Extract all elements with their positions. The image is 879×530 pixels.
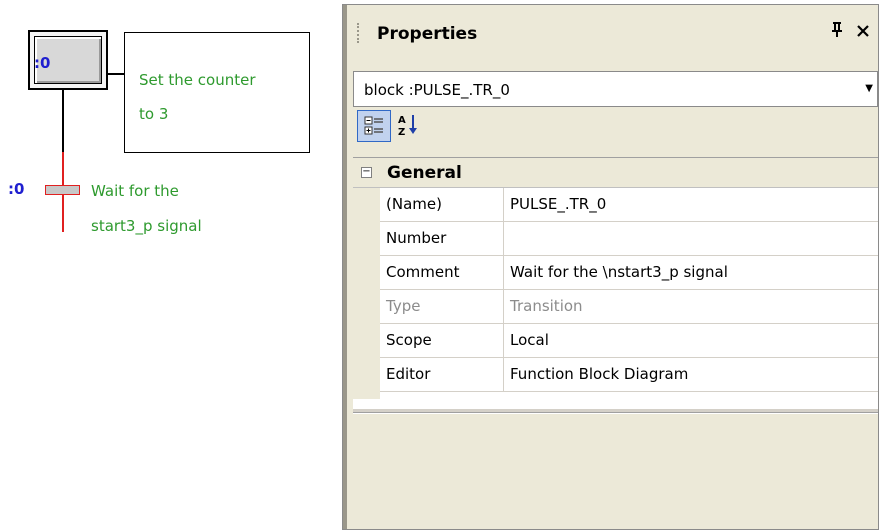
category-label: General [387,163,462,183]
transition-number: :0 [8,180,25,198]
action-comment-box[interactable]: Set the counter to 3 [124,32,310,153]
pin-icon[interactable] [830,21,844,42]
categorized-button[interactable] [357,110,391,142]
property-row-comment[interactable]: Comment Wait for the \nstart3_p signal [380,256,878,290]
property-value[interactable]: PULSE_.TR_0 [504,188,878,221]
action-comment-text: Set the counter to 3 [139,71,256,123]
action-connector [108,73,124,75]
alphabetical-button[interactable]: A Z [393,110,427,142]
transition-comment-text: Wait for the start3_p signal [91,182,202,235]
property-row-name[interactable]: (Name) PULSE_.TR_0 [380,188,878,222]
property-value: Transition [510,297,583,315]
property-row-type[interactable]: Type Transition [380,290,878,324]
property-name: (Name) [380,188,504,221]
pin-icon-graphic [832,22,842,37]
sfc-diagram: :0 Set the counter to 3 :0 Wait for the … [0,0,340,530]
chevron-down-icon[interactable]: ▼ [865,83,873,94]
transition-block[interactable] [45,185,80,195]
property-grid: − General (Name) PULSE_.TR_0 Number Comm… [353,157,878,410]
panel-border [343,5,347,529]
panel-title-bar[interactable]: Properties [347,5,878,59]
close-icon[interactable] [856,19,870,43]
property-row-editor[interactable]: Editor Function Block Diagram [380,358,878,392]
object-selector-dropdown[interactable]: block :PULSE_.TR_0 ▼ [353,71,878,107]
step-number: :0 [34,54,51,72]
property-name: Scope [380,324,504,357]
properties-panel: Properties block :PULSE_.TR_0 ▼ A Z − Ge… [342,4,879,530]
svg-text:Z: Z [398,127,405,138]
grip-icon[interactable] [357,23,361,43]
object-selector-value: block :PULSE_.TR_0 [364,81,510,99]
properties-toolbar: A Z [353,107,878,157]
collapse-icon[interactable]: − [361,167,372,178]
property-name: Number [380,222,504,255]
property-value[interactable]: Wait for the \nstart3_p signal [504,256,878,289]
property-row-scope[interactable]: Scope Local [380,324,878,358]
property-row-number[interactable]: Number [380,222,878,256]
alphabetical-icon: A Z [398,115,417,138]
description-area [353,413,878,526]
initial-step-block[interactable]: :0 [28,30,108,90]
property-value[interactable] [504,222,878,255]
property-value[interactable]: Function Block Diagram [504,358,878,391]
step-link-line [62,90,64,152]
property-name: Comment [380,256,504,289]
panel-title: Properties [377,24,478,44]
grid-margin [353,188,380,399]
property-name: Type [380,290,504,323]
close-icon-graphic [857,25,869,37]
property-value[interactable]: Local [504,324,878,357]
property-name: Editor [380,358,504,391]
category-general[interactable]: − General [353,158,878,188]
svg-text:A: A [398,115,406,126]
categorized-icon [364,116,383,135]
